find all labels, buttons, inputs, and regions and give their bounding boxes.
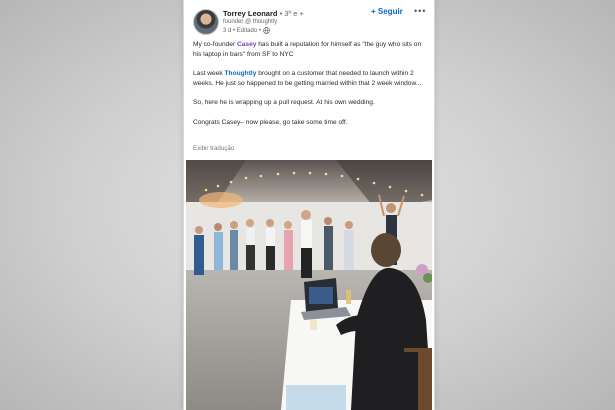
post-paragraph: So, here he is wrapping up a pull reques… (193, 99, 375, 107)
post-text-segment: My co-founder (193, 41, 237, 48)
follow-button[interactable]: + Seguir (371, 7, 403, 16)
more-icon[interactable]: ••• (414, 6, 426, 16)
author-avatar[interactable] (193, 9, 219, 35)
post-meta: 3 d • Editado • (223, 27, 270, 34)
post-paragraph: My co-founder Casey has built a reputati… (193, 40, 425, 59)
post-photo[interactable] (186, 160, 432, 410)
author-headline: founder @ thoughtly (223, 19, 278, 25)
globe-icon (263, 27, 270, 34)
post-text-segment: Last week (193, 70, 225, 78)
show-translation-link[interactable]: Exibir tradução (193, 145, 234, 152)
post-header: Torrey Leonard • 3º e + founder @ though… (184, 0, 434, 40)
author-name[interactable]: Torrey Leonard (223, 9, 277, 18)
post-time: 3 d • Editado • (223, 27, 261, 34)
company-link[interactable]: Thoughtly (225, 70, 257, 77)
post-paragraph: Last week Thoughtly brought on a custome… (193, 69, 425, 88)
connection-degree: • 3º e + (279, 9, 304, 18)
post-paragraph: Congrats Casey– now please, go take some… (193, 118, 348, 126)
author-line: Torrey Leonard • 3º e + (223, 9, 304, 18)
post-text: My co-founder Casey has built a reputati… (193, 40, 425, 138)
linkedin-post-card: Torrey Leonard • 3º e + founder @ though… (183, 0, 435, 410)
mention-link[interactable]: Casey (237, 41, 256, 48)
